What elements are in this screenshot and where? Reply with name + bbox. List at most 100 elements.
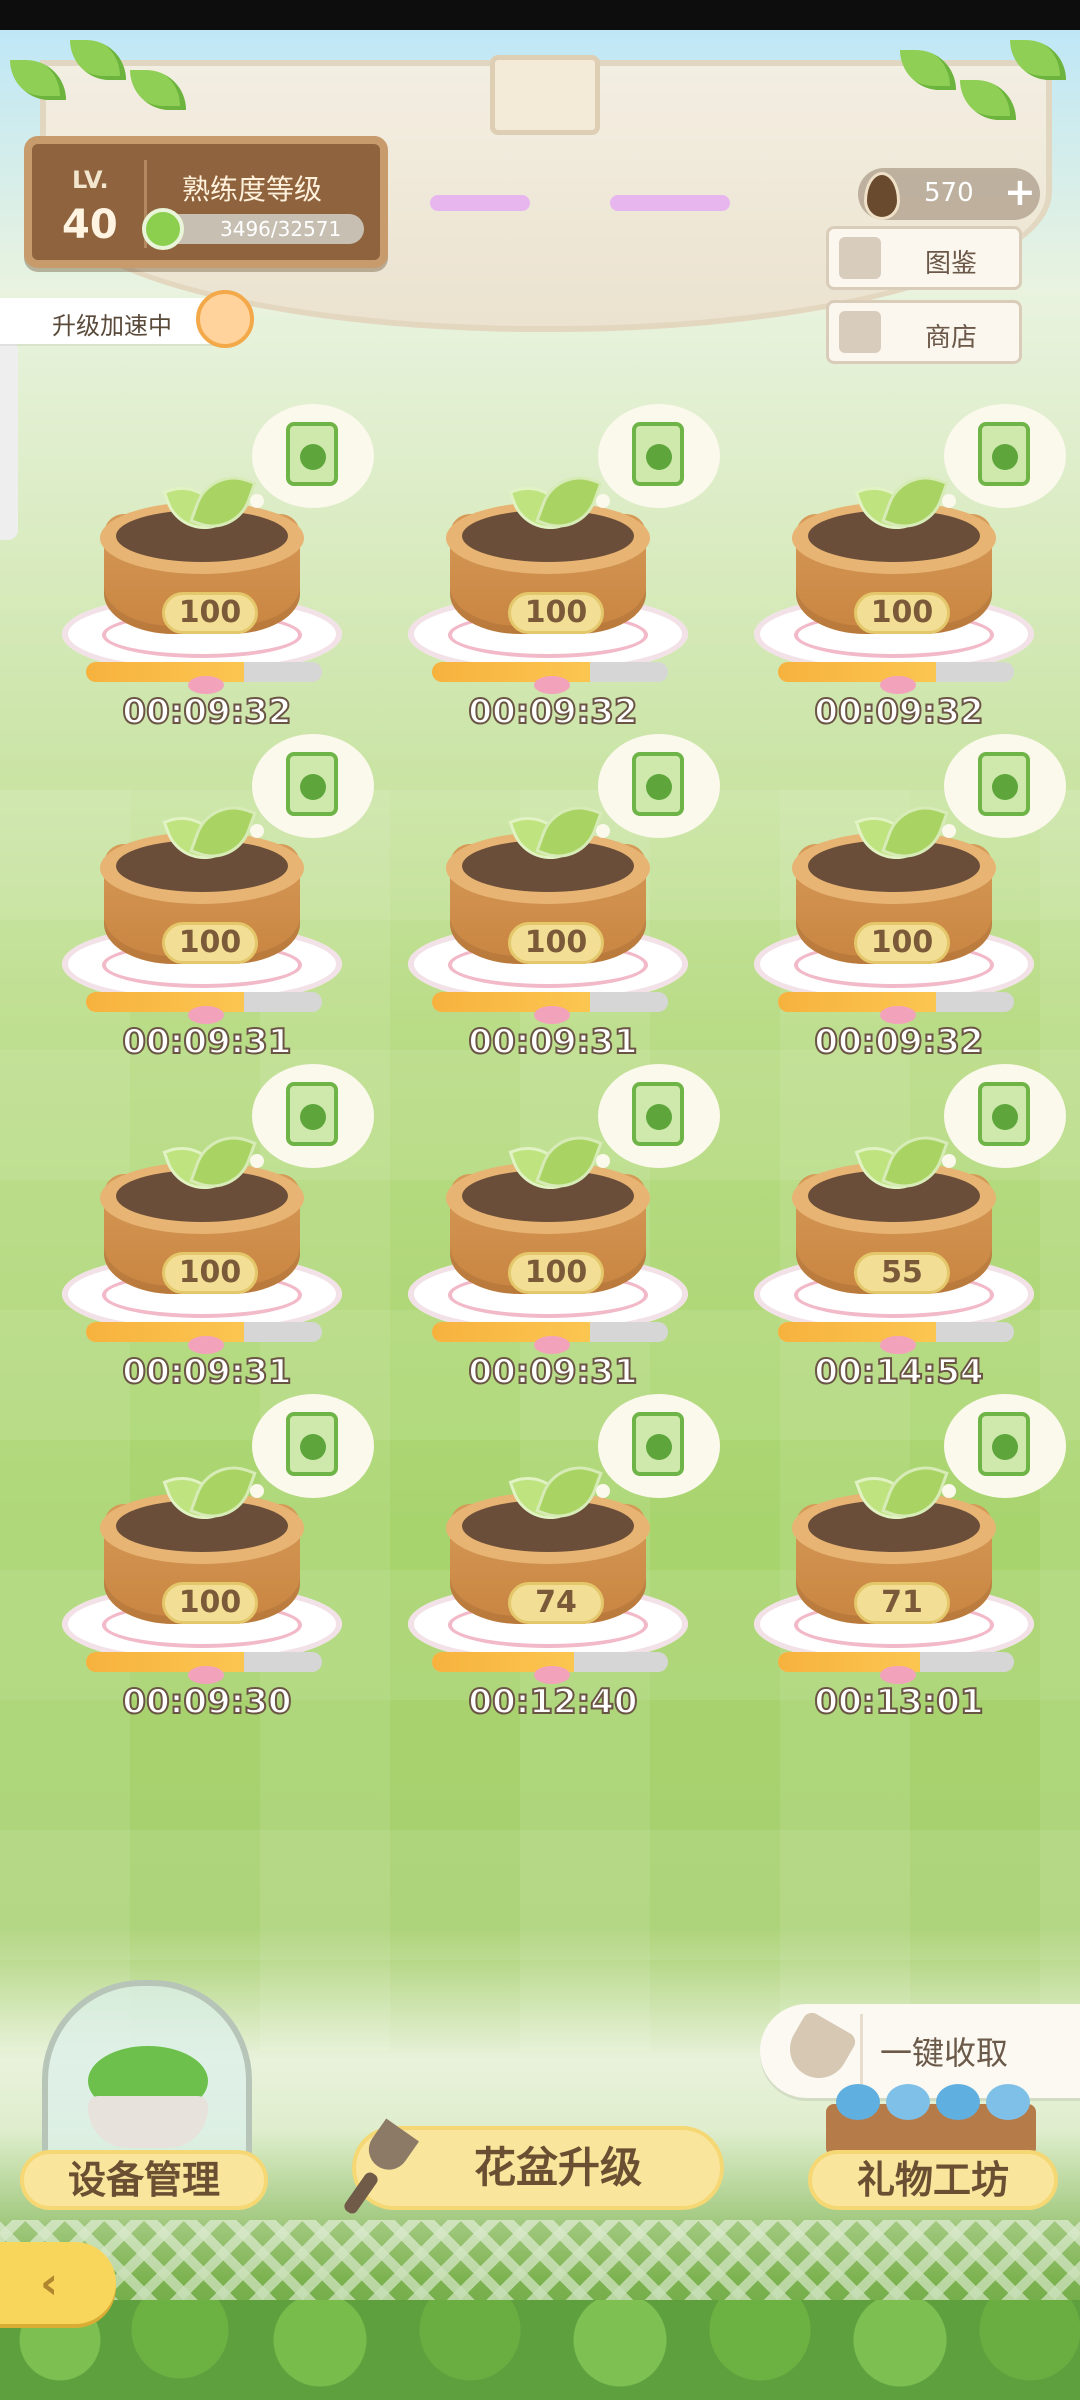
flower-pot[interactable]: 74 00:12:40 <box>408 1394 720 1734</box>
seed-packet-icon <box>978 422 1030 486</box>
pot-timer: 00:09:31 <box>467 1021 638 1063</box>
bubble-tail <box>596 1484 610 1498</box>
pot-timer: 00:09:30 <box>121 1681 292 1723</box>
flower-pot[interactable]: 55 00:14:54 <box>754 1064 1066 1404</box>
collect-all-divider <box>860 2014 863 2088</box>
tea-sprout-icon <box>162 1124 257 1201</box>
flower <box>886 2084 930 2120</box>
bubble-tail <box>250 494 264 508</box>
pot-timer: 00:09:32 <box>813 691 984 733</box>
seed-icon <box>864 172 900 220</box>
flower <box>936 2084 980 2120</box>
tea-sprout-icon <box>854 1454 949 1531</box>
canopy-stripe <box>430 195 530 211</box>
bubble-tail <box>942 1154 956 1168</box>
character-face-icon <box>196 290 254 348</box>
back-arrow-icon: ‹ <box>40 2258 59 2309</box>
upgrade-accelerating-tag[interactable]: 升级加速中 <box>0 290 254 348</box>
pot-level-badge: 100 <box>162 1252 258 1294</box>
seed-packet-bubble[interactable] <box>942 1394 1066 1498</box>
shop-label: 商店 <box>925 323 978 353</box>
trowel-icon <box>342 2118 420 2218</box>
shop-button[interactable]: 商店 <box>826 300 1022 364</box>
pot-level-badge: 100 <box>508 1252 604 1294</box>
collection-book-button[interactable]: 图鉴 <box>826 226 1022 290</box>
seed-packet-bubble[interactable] <box>942 404 1066 508</box>
pot-timer: 00:09:32 <box>121 691 292 733</box>
seed-packet-bubble[interactable] <box>596 734 720 838</box>
status-bar <box>0 0 1080 30</box>
flower-pot[interactable]: 71 00:13:01 <box>754 1394 1066 1734</box>
bubble-tail <box>596 1154 610 1168</box>
pot-level-badge: 100 <box>508 922 604 964</box>
shovel-icon <box>779 2009 859 2089</box>
flower-pot[interactable]: 100 00:09:31 <box>62 734 374 1074</box>
flower-pot[interactable]: 100 00:09:32 <box>408 404 720 744</box>
seed-packet-bubble[interactable] <box>250 734 374 838</box>
pot-level-badge: 100 <box>508 592 604 634</box>
pot-level-badge: 100 <box>854 592 950 634</box>
bubble-tail <box>942 494 956 508</box>
pot-timer: 00:09:31 <box>121 1021 292 1063</box>
seed-packet-bubble[interactable] <box>250 1064 374 1168</box>
collect-all-label: 一键收取 <box>880 2034 1009 2072</box>
bubble-tail <box>596 824 610 838</box>
pot-upgrade-label: 花盆升级 <box>473 2143 642 2192</box>
seed-packet-bubble[interactable] <box>596 1064 720 1168</box>
bubble-tail <box>942 1484 956 1498</box>
seed-packet-bubble[interactable] <box>596 404 720 508</box>
trowel-blade <box>360 2118 420 2178</box>
pot-timer: 00:09:31 <box>121 1351 292 1393</box>
bubble-tail <box>596 494 610 508</box>
flower-box-icon[interactable] <box>826 2084 1036 2156</box>
tea-sprout-icon <box>162 794 257 871</box>
plus-icon[interactable]: + <box>1004 172 1036 212</box>
bubble-tail <box>250 824 264 838</box>
seed-packet-icon <box>286 1082 338 1146</box>
collect-all-button[interactable]: 一键收取 <box>760 2004 1080 2098</box>
tea-sprout-icon <box>508 1454 603 1531</box>
seed-packet-bubble[interactable] <box>250 1394 374 1498</box>
flower-pot[interactable]: 100 00:09:31 <box>62 1064 374 1404</box>
flower-pot[interactable]: 100 00:09:31 <box>408 1064 720 1404</box>
flower-pot[interactable]: 100 00:09:31 <box>408 734 720 1074</box>
flower-pot[interactable]: 100 00:09:30 <box>62 1394 374 1734</box>
pot-level-badge: 55 <box>854 1252 950 1294</box>
canopy-stripe <box>610 195 730 211</box>
pot-level-badge: 100 <box>162 922 258 964</box>
pot-level-badge: 100 <box>162 592 258 634</box>
seed-packet-icon <box>286 1412 338 1476</box>
canopy-top <box>490 55 600 135</box>
currency-value: 570 <box>924 178 974 208</box>
pot-timer: 00:09:32 <box>467 691 638 733</box>
tea-sprout-icon <box>508 1124 603 1201</box>
side-drawer-handle[interactable] <box>0 340 18 540</box>
device-manage-button[interactable]: 设备管理 <box>20 2150 268 2210</box>
flower-pot[interactable]: 100 00:09:32 <box>754 404 1066 744</box>
tea-sprout-icon <box>508 794 603 871</box>
shop-icon <box>839 311 881 353</box>
level-panel[interactable]: LV. 40 熟练度等级 3496/32571 <box>24 136 388 268</box>
seed-packet-icon <box>286 752 338 816</box>
pot-upgrade-button[interactable]: 花盆升级 <box>342 2118 724 2216</box>
pot-level-badge: 71 <box>854 1582 950 1624</box>
gift-workshop-button[interactable]: 礼物工坊 <box>808 2150 1058 2210</box>
level-value: 40 <box>62 202 118 248</box>
back-button[interactable]: ‹ <box>0 2242 116 2324</box>
flower-pot[interactable]: 100 00:09:32 <box>754 734 1066 1074</box>
teapot-icon <box>142 208 184 250</box>
proficiency-bar: 3496/32571 <box>142 208 364 250</box>
flower-pot[interactable]: 100 00:09:32 <box>62 404 374 744</box>
pot-timer: 00:09:31 <box>467 1351 638 1393</box>
bubble-tail <box>250 1154 264 1168</box>
tea-sprout-icon <box>162 1454 257 1531</box>
seed-packet-bubble[interactable] <box>942 734 1066 838</box>
seed-packet-bubble[interactable] <box>250 404 374 508</box>
seed-packet-icon <box>286 422 338 486</box>
seed-packet-bubble[interactable] <box>942 1064 1066 1168</box>
seed-packet-bubble[interactable] <box>596 1394 720 1498</box>
greenhouse-icon[interactable] <box>42 1980 252 2170</box>
bushes <box>0 2300 1080 2400</box>
greenhouse-pot <box>88 2096 208 2148</box>
seed-packet-icon <box>978 1412 1030 1476</box>
